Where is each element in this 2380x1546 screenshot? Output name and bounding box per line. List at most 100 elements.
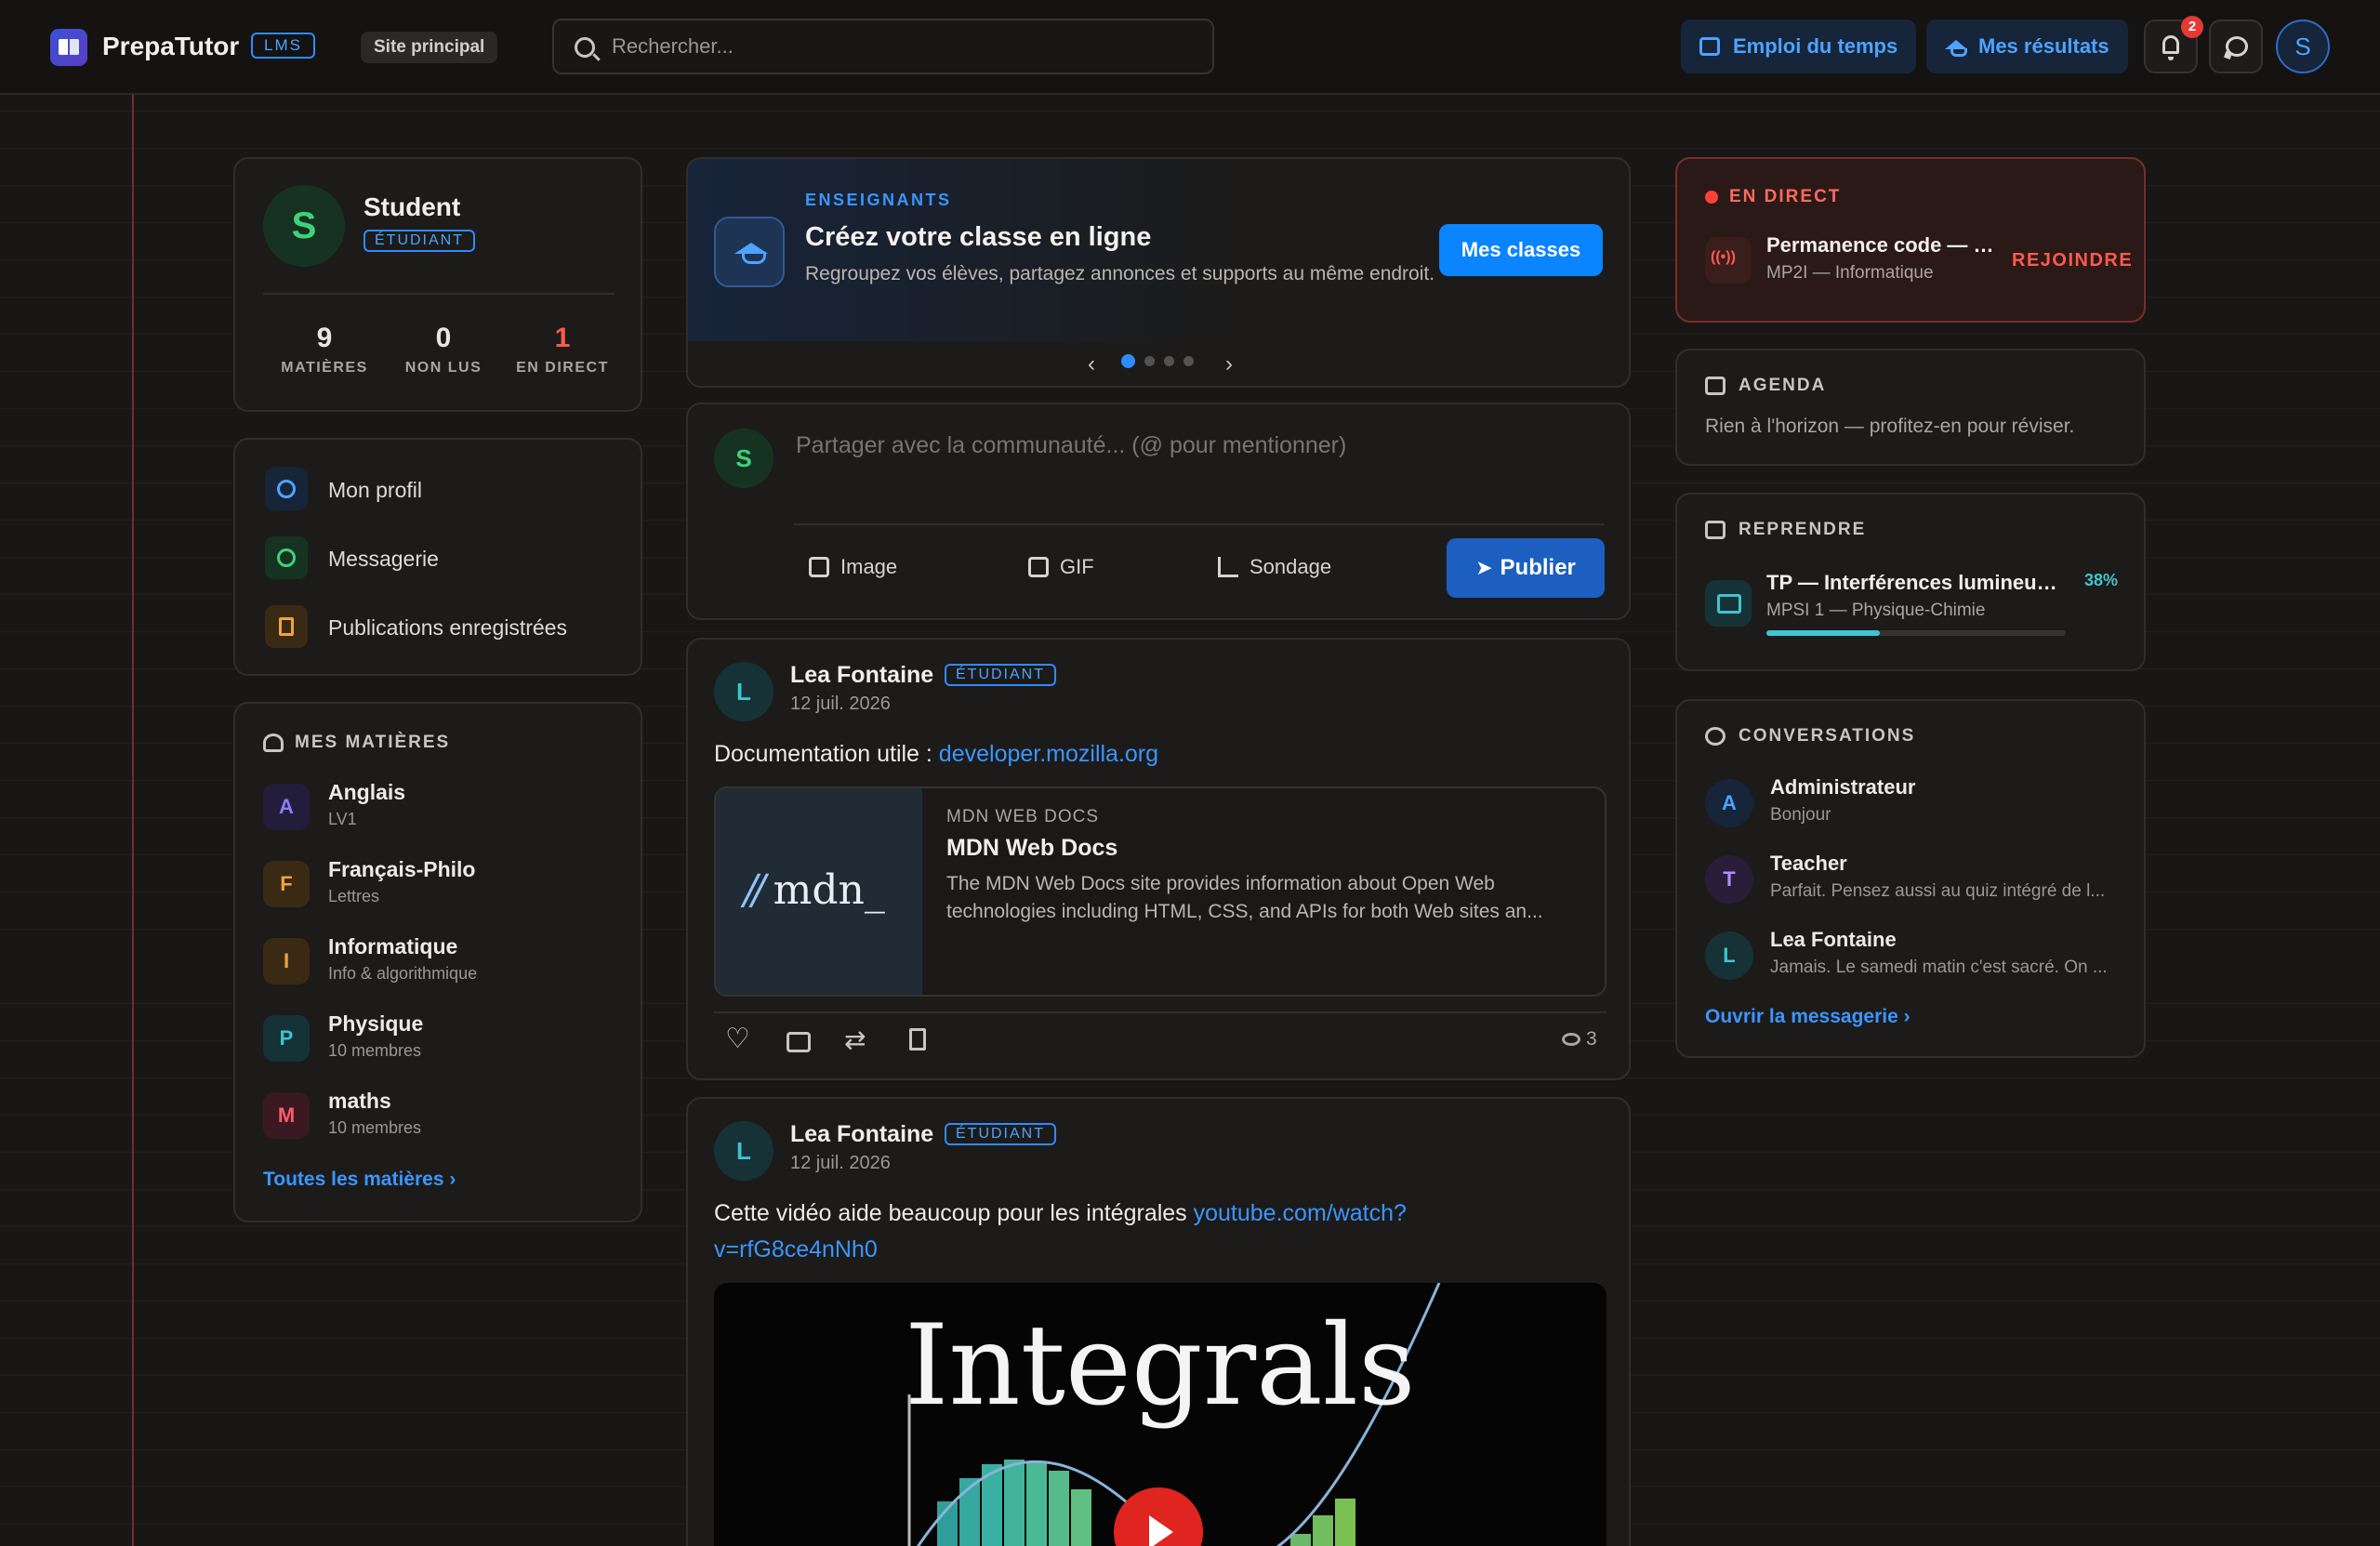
my-subjects-card: MES MATIÈRES A Anglais LV1 F Français-Ph… — [233, 702, 642, 1222]
author-avatar[interactable]: L — [714, 662, 774, 721]
post-text: Cette vidéo aide beaucoup pour les intég… — [714, 1196, 1458, 1268]
post-author[interactable]: Lea Fontaine — [790, 1121, 933, 1148]
repost-icon[interactable] — [844, 1024, 870, 1055]
stat-live-value: 1 — [554, 323, 571, 353]
subject-avatar: M — [263, 1092, 310, 1139]
post-author[interactable]: Lea Fontaine — [790, 662, 933, 689]
search-box[interactable] — [552, 19, 1214, 74]
link-preview-description: The MDN Web Docs site provides informati… — [946, 873, 1543, 922]
author-avatar[interactable]: L — [714, 1121, 774, 1181]
add-poll-button[interactable]: Sondage — [1218, 555, 1331, 579]
conversation-avatar: A — [1705, 779, 1753, 827]
conversation-name: Administrateur — [1770, 775, 1916, 799]
menu-item-messaging[interactable]: Messagerie — [265, 536, 618, 579]
heart-icon[interactable] — [725, 1023, 750, 1055]
carousel-prev-arrow[interactable]: ‹ — [1088, 351, 1095, 377]
subject-name: Anglais — [328, 780, 406, 804]
post-body: Documentation utile : — [714, 741, 939, 767]
image-icon — [809, 557, 829, 577]
conversation-preview: Jamais. Le samedi matin c'est sacré. On … — [1770, 958, 2108, 977]
lms-badge: LMS — [251, 33, 315, 59]
video-title: Integrals — [905, 1302, 1416, 1431]
all-subjects-link[interactable]: Toutes les matières › — [263, 1169, 456, 1191]
subject-item-francais-philo[interactable]: F Français-Philo Lettres — [263, 855, 616, 913]
subject-item-maths[interactable]: M maths 10 membres — [263, 1087, 616, 1144]
book-logo-icon[interactable] — [50, 29, 87, 66]
open-messaging-link[interactable]: Ouvrir la messagerie › — [1705, 1006, 1911, 1028]
subject-item-informatique[interactable]: I Informatique Info & algorithmique — [263, 932, 616, 990]
graduation-cap-icon — [263, 733, 284, 752]
link-preview-thumbnail: //mdn_ — [716, 788, 922, 995]
bookmark-icon[interactable] — [909, 1028, 926, 1050]
role-badge: ÉTUDIANT — [364, 230, 475, 252]
notifications-button[interactable]: 2 — [2144, 16, 2203, 73]
brand-name[interactable]: PrepaTutor — [102, 32, 239, 61]
results-button[interactable]: Mes résultats — [1926, 20, 2128, 73]
messages-button[interactable] — [2209, 20, 2263, 73]
subject-item-anglais[interactable]: A Anglais LV1 — [263, 778, 616, 836]
divider — [714, 1011, 1606, 1013]
add-gif-button[interactable]: GIF — [1028, 555, 1094, 579]
post-date: 12 juil. 2026 — [790, 1153, 891, 1173]
tool-label: GIF — [1060, 555, 1094, 578]
add-image-button[interactable]: Image — [809, 555, 897, 579]
profile-name: Student — [364, 192, 461, 221]
conversation-avatar: L — [1705, 932, 1753, 980]
view-count: 3 — [1562, 1028, 1597, 1050]
site-principal-link[interactable]: Site principal — [361, 32, 498, 63]
teachers-banner: ENSEIGNANTS Créez votre classe en ligne … — [686, 157, 1631, 388]
conversation-avatar: T — [1705, 855, 1753, 904]
link-preview-title: MDN Web Docs — [946, 835, 1118, 861]
subject-avatar: A — [263, 784, 310, 830]
chat-bubble-icon — [1705, 727, 1726, 746]
presentation-icon — [1705, 580, 1752, 627]
live-session-title[interactable]: Permanence code — s... — [1766, 233, 1999, 258]
graduation-cap-icon — [714, 217, 785, 287]
menu-item-saved-posts[interactable]: Publications enregistrées — [265, 605, 618, 648]
stat-unread-value: 0 — [435, 323, 452, 353]
subject-avatar: F — [263, 861, 310, 907]
conversation-item[interactable]: T Teacher Parfait. Pensez aussi au quiz … — [1705, 852, 2123, 911]
video-embed[interactable]: Integrals — [714, 1283, 1606, 1546]
resume-subtitle: MPSI 1 — Physique-Chimie — [1766, 601, 1986, 620]
carousel-dot[interactable] — [1164, 356, 1174, 367]
subject-name: Français-Philo — [328, 857, 476, 881]
carousel-dot[interactable] — [1121, 354, 1135, 369]
user-circle-icon — [265, 468, 308, 510]
composer-input[interactable] — [796, 432, 1595, 459]
calendar-icon — [1705, 377, 1726, 395]
user-avatar-button[interactable]: S — [2276, 20, 2330, 73]
link-preview-card[interactable]: //mdn_ MDN WEB DOCS MDN Web Docs The MDN… — [714, 786, 1606, 997]
bookmark-icon — [265, 605, 308, 648]
resume-card: REPRENDRE TP — Interférences lumineus...… — [1675, 493, 2146, 671]
carousel-next-arrow[interactable]: › — [1225, 351, 1233, 377]
schedule-button-label: Emploi du temps — [1733, 34, 1898, 58]
top-bar: PrepaTutor LMS Site principal Emploi du … — [0, 0, 2380, 95]
conversation-item[interactable]: A Administrateur Bonjour — [1705, 775, 2123, 835]
graduation-cap-icon — [1945, 40, 1967, 57]
conversation-item[interactable]: L Lea Fontaine Jamais. Le samedi matin c… — [1705, 928, 2123, 987]
divider — [263, 293, 615, 295]
carousel-dot[interactable] — [1144, 356, 1155, 367]
comment-icon[interactable] — [787, 1032, 811, 1052]
post-link[interactable]: developer.mozilla.org — [939, 741, 1158, 767]
join-live-button[interactable]: REJOINDRE — [2012, 250, 2133, 271]
post-composer: S Image GIF Sondage ➤ Publier — [686, 403, 1631, 620]
profile-avatar[interactable]: S — [263, 185, 345, 267]
search-input[interactable] — [612, 20, 1188, 73]
subject-item-physique[interactable]: P Physique 10 membres — [263, 1010, 616, 1067]
carousel-dot[interactable] — [1183, 356, 1194, 367]
notification-count-badge: 2 — [2181, 16, 2203, 38]
schedule-button[interactable]: Emploi du temps — [1681, 20, 1917, 73]
menu-item-profile[interactable]: Mon profil — [265, 468, 618, 510]
publish-button[interactable]: ➤ Publier — [1447, 538, 1605, 598]
chat-bubble-icon — [2226, 36, 2248, 57]
link-preview-site: MDN WEB DOCS — [946, 807, 1099, 826]
calendar-icon — [1699, 37, 1720, 56]
subject-avatar: P — [263, 1015, 310, 1062]
stat-unread-label: NON LUS — [404, 360, 483, 376]
conversation-name: Teacher — [1770, 852, 1847, 875]
resume-title[interactable]: TP — Interférences lumineus... — [1766, 571, 2064, 595]
menu-item-label: Messagerie — [328, 547, 439, 571]
my-classes-button[interactable]: Mes classes — [1439, 224, 1603, 276]
